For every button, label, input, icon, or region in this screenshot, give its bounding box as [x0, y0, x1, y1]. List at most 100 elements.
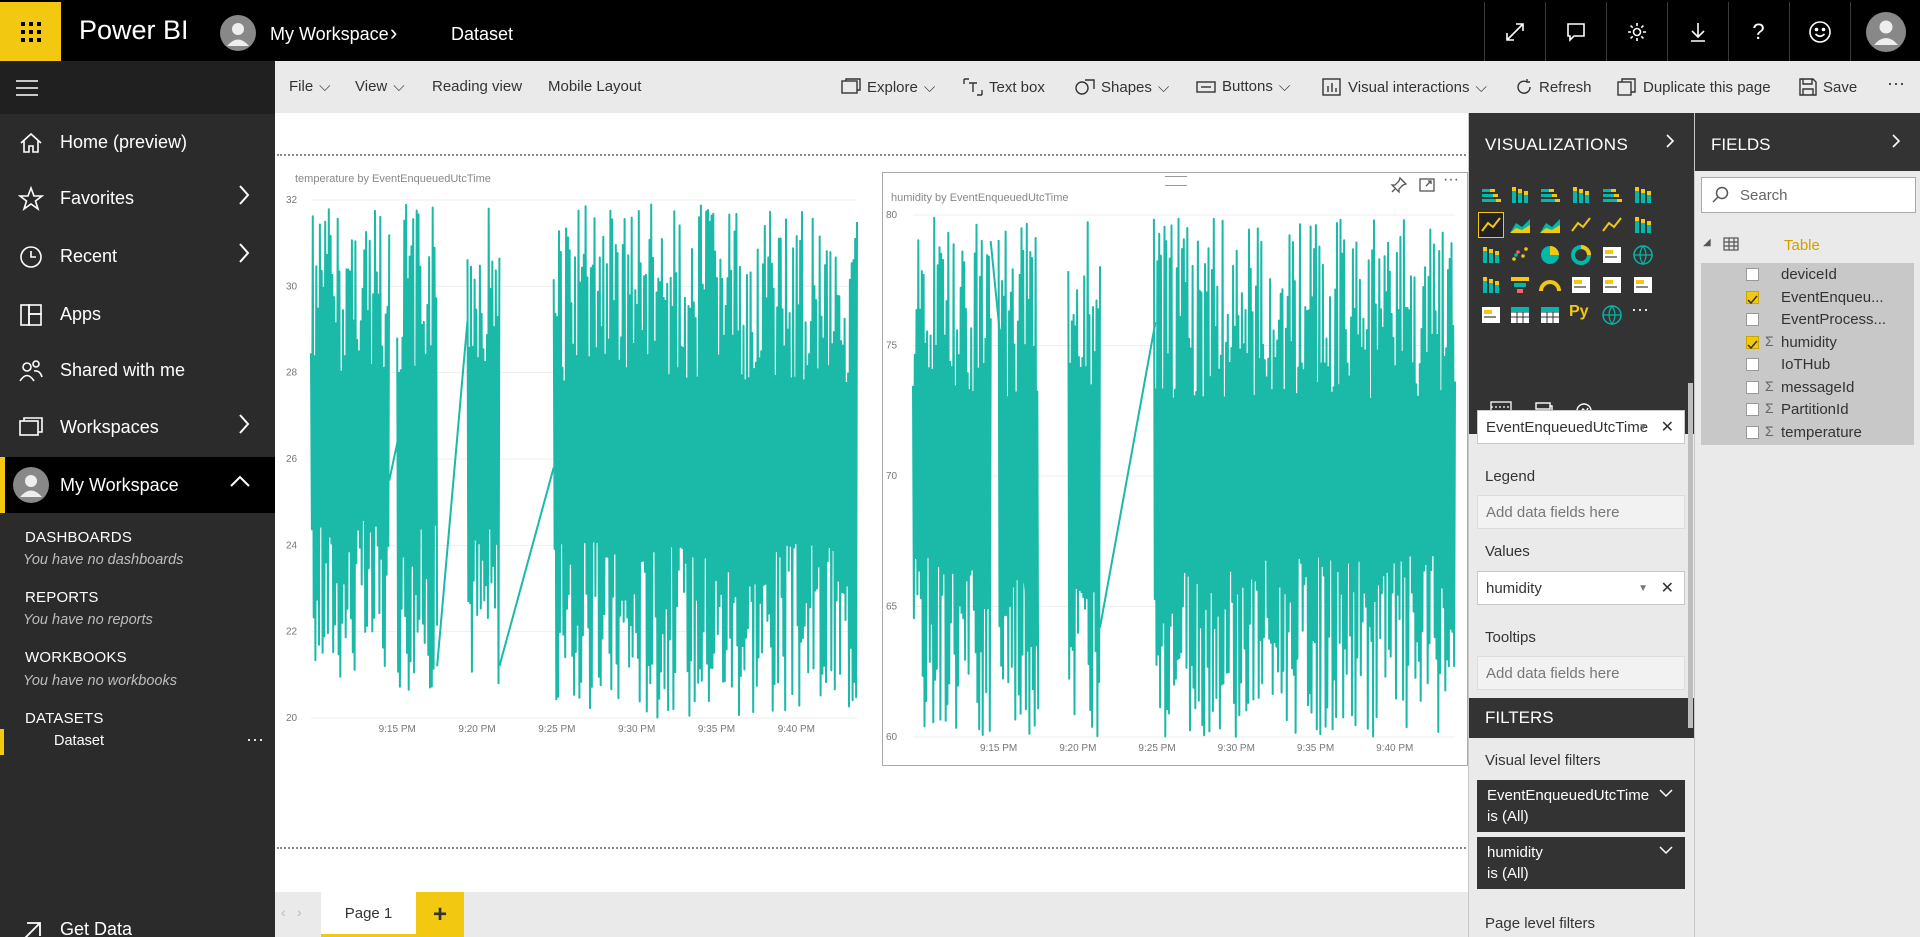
- field-item[interactable]: deviceId: [1701, 263, 1914, 287]
- line-chart-icon[interactable]: [1478, 212, 1504, 238]
- expand-triangle-icon[interactable]: ◢: [1703, 237, 1711, 248]
- field-item[interactable]: IoTHub: [1701, 353, 1914, 377]
- nav-recent[interactable]: Recent: [0, 228, 275, 284]
- app-title[interactable]: Power BI: [79, 15, 189, 46]
- series-line-segment[interactable]: [552, 203, 858, 719]
- treemap-icon[interactable]: [1600, 243, 1624, 267]
- field-item[interactable]: Σhumidity: [1701, 330, 1914, 355]
- field-checkbox[interactable]: [1746, 268, 1759, 281]
- feedback-smiley-icon[interactable]: [1789, 2, 1849, 61]
- series-line-segment[interactable]: [310, 208, 391, 678]
- humidity-line-chart[interactable]: 80 75 70 65 60 9:15 PM 9:20 PM 9:25 PM 9:30 PM 9:…: [882, 171, 1468, 766]
- file-menu[interactable]: File ⌵: [289, 78, 331, 95]
- nav-my-workspace[interactable]: My Workspace: [0, 457, 275, 513]
- more-options-icon[interactable]: ···: [1443, 171, 1459, 189]
- explore-menu[interactable]: Explore ⌵: [841, 78, 935, 96]
- field-checkbox[interactable]: [1746, 335, 1759, 349]
- area-chart-icon[interactable]: [1508, 213, 1532, 237]
- field-checkbox[interactable]: [1746, 425, 1759, 439]
- matrix-icon[interactable]: [1538, 303, 1562, 327]
- field-item[interactable]: Σ PartitionId: [1701, 398, 1914, 422]
- gauge-icon[interactable]: [1538, 273, 1562, 297]
- remove-field-icon[interactable]: ✕: [1661, 578, 1674, 598]
- field-checkbox[interactable]: [1746, 403, 1759, 416]
- remove-field-icon[interactable]: ✕: [1661, 417, 1674, 437]
- pin-icon[interactable]: [1390, 176, 1408, 194]
- mobile-layout-button[interactable]: Mobile Layout: [548, 78, 641, 95]
- buttons-menu[interactable]: Buttons ⌵: [1196, 78, 1290, 95]
- download-icon[interactable]: [1667, 2, 1727, 61]
- line-clustered-column-icon[interactable]: [1600, 213, 1624, 237]
- series-line-segment[interactable]: [1067, 221, 1101, 738]
- fields-search-input[interactable]: Search: [1701, 177, 1916, 213]
- line-column-icon[interactable]: [1569, 213, 1593, 237]
- field-checkbox[interactable]: [1746, 290, 1759, 304]
- series-line-segment[interactable]: [1152, 217, 1456, 738]
- dropdown-icon[interactable]: ▼: [1638, 422, 1648, 433]
- help-icon[interactable]: ?: [1728, 2, 1788, 61]
- field-item[interactable]: EventEnqueu...: [1701, 285, 1914, 310]
- ribbon-chart-icon[interactable]: [1631, 213, 1655, 237]
- stacked-bar-icon[interactable]: [1479, 183, 1503, 207]
- series-line-connector[interactable]: [1099, 321, 1157, 628]
- clustered-bar-icon[interactable]: [1538, 183, 1562, 207]
- next-page-icon[interactable]: ›: [297, 904, 302, 920]
- more-visuals-icon[interactable]: ···: [1631, 299, 1655, 327]
- temperature-line-chart[interactable]: 32 30 28 26 24 22 20 9:15 PM 9:20 PM 9:25 PM 9:30 …: [283, 169, 867, 765]
- comment-icon[interactable]: [1545, 2, 1605, 61]
- dashboards-heading[interactable]: DASHBOARDS: [25, 529, 132, 546]
- 100-column-icon[interactable]: [1631, 183, 1655, 207]
- collapse-chevron-icon[interactable]: [1665, 133, 1675, 149]
- chevron-down-icon[interactable]: [1659, 845, 1673, 855]
- view-menu[interactable]: View ⌵: [355, 78, 405, 95]
- datasets-heading[interactable]: DATASETS: [25, 710, 104, 727]
- hamburger-menu-icon[interactable]: [0, 61, 275, 114]
- field-checkbox[interactable]: [1746, 313, 1759, 326]
- field-item[interactable]: ΣmessageId: [1701, 375, 1914, 400]
- axis-field-well[interactable]: EventEnqueuedUtcTime ▼ ✕: [1477, 410, 1685, 444]
- filter-card-humidity[interactable]: humidity is (All): [1477, 837, 1685, 889]
- kpi-icon[interactable]: [1631, 273, 1655, 297]
- more-options-icon[interactable]: ···: [1887, 73, 1905, 94]
- refresh-button[interactable]: Refresh: [1515, 78, 1592, 96]
- prev-page-icon[interactable]: ‹: [281, 904, 286, 920]
- workbooks-heading[interactable]: WORKBOOKS: [25, 649, 127, 666]
- scatter-icon[interactable]: [1508, 243, 1532, 267]
- card-icon[interactable]: [1569, 273, 1593, 297]
- gear-icon[interactable]: [1606, 2, 1666, 61]
- stacked-column-icon[interactable]: [1508, 183, 1532, 207]
- save-button[interactable]: Save: [1799, 78, 1857, 96]
- shapes-menu[interactable]: Shapes ⌵: [1075, 78, 1169, 96]
- multirow-card-icon[interactable]: [1600, 273, 1624, 297]
- user-avatar[interactable]: [1850, 2, 1920, 61]
- visual-interactions-menu[interactable]: Visual interactions ⌵: [1322, 78, 1487, 96]
- clustered-column-icon[interactable]: [1569, 183, 1593, 207]
- expand-icon[interactable]: [1484, 2, 1544, 61]
- filled-map-icon[interactable]: [1479, 273, 1503, 297]
- legend-field-well[interactable]: Add data fields here: [1477, 495, 1685, 529]
- 100-bar-icon[interactable]: [1600, 183, 1624, 207]
- more-options-icon[interactable]: ···: [246, 729, 264, 750]
- python-visual-icon[interactable]: Py: [1569, 303, 1593, 327]
- series-line-segment[interactable]: [997, 222, 1040, 735]
- table-node[interactable]: ◢ Table: [1695, 233, 1920, 259]
- values-field-well[interactable]: humidity ▼ ✕: [1477, 571, 1685, 605]
- field-item[interactable]: EventProcess...: [1701, 308, 1914, 332]
- scrollbar[interactable]: [1688, 383, 1693, 728]
- tab-page-1[interactable]: Page 1: [321, 892, 416, 937]
- arcgis-icon[interactable]: [1600, 303, 1624, 327]
- breadcrumb-workspace[interactable]: My Workspace: [270, 24, 389, 45]
- add-page-button[interactable]: +: [416, 892, 464, 937]
- nav-get-data[interactable]: Get Data: [0, 909, 275, 937]
- field-item[interactable]: Σtemperature: [1701, 420, 1914, 445]
- nav-apps[interactable]: Apps: [0, 286, 275, 342]
- reports-heading[interactable]: REPORTS: [25, 589, 99, 606]
- series-line-segment[interactable]: [466, 207, 501, 685]
- series-line-segment[interactable]: [912, 216, 992, 736]
- drag-handle[interactable]: [1165, 176, 1187, 186]
- waterfall-icon[interactable]: [1479, 243, 1503, 267]
- table-icon[interactable]: [1508, 303, 1532, 327]
- dropdown-icon[interactable]: ▼: [1638, 583, 1648, 594]
- reading-view-button[interactable]: Reading view: [432, 78, 522, 95]
- nav-home[interactable]: Home (preview): [0, 114, 275, 170]
